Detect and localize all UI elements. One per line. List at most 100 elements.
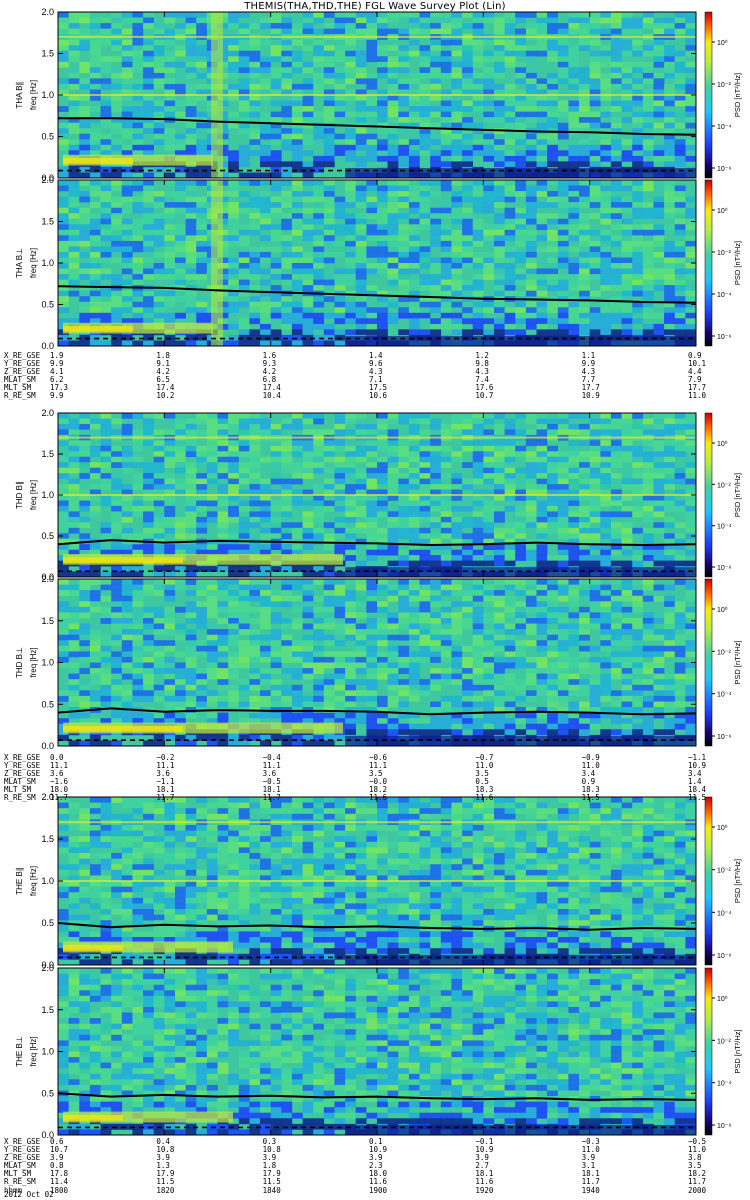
spectrogram-cell xyxy=(419,23,431,29)
spectrogram-cell xyxy=(366,56,378,63)
spectrogram-cell xyxy=(504,418,516,425)
spectrogram-cell xyxy=(568,100,580,107)
spectrogram-cell xyxy=(175,668,186,674)
spectrogram-cell xyxy=(536,329,548,336)
spectrogram-cell xyxy=(685,505,697,512)
spectrogram-cell xyxy=(100,39,112,46)
spectrogram-cell xyxy=(196,701,208,708)
spectrogram-cell xyxy=(153,511,165,518)
spectrogram-cell xyxy=(185,128,197,134)
spectrogram-cell xyxy=(313,527,325,534)
spectrogram-cell xyxy=(185,701,197,708)
spectrogram-cell xyxy=(89,544,101,550)
spectrogram-cell xyxy=(153,251,165,258)
spectrogram-cell xyxy=(408,246,420,253)
spectrogram-cell xyxy=(483,12,495,18)
spectrogram-cell xyxy=(653,279,665,286)
spectrogram-cell xyxy=(89,668,101,674)
spectrogram-cell xyxy=(143,634,154,641)
spectrogram-cell xyxy=(579,318,590,325)
spectrogram-cell xyxy=(440,207,452,214)
spectrogram-cell xyxy=(164,240,176,247)
spectrogram-cell xyxy=(175,144,186,151)
spectrogram-cell xyxy=(653,229,665,236)
spectrogram-cell xyxy=(600,511,612,518)
spectrogram-cell xyxy=(100,684,112,691)
spectrogram-cell xyxy=(132,290,144,297)
spectrogram-cell xyxy=(100,473,112,479)
spectrogram-cell xyxy=(143,213,154,219)
spectrogram-cell xyxy=(68,679,80,686)
spectrogram-cell xyxy=(685,23,697,29)
spectrogram-cell xyxy=(600,478,612,485)
spectrogram-cell xyxy=(164,584,176,591)
spectrogram-cell xyxy=(440,307,452,314)
spectrogram-cell xyxy=(419,274,431,280)
spectrogram-cell xyxy=(600,235,612,242)
spectrogram-cell xyxy=(100,651,112,658)
spectrogram-cell xyxy=(387,279,399,286)
spectrogram-cell xyxy=(408,150,420,157)
spectrogram-cell xyxy=(653,274,665,280)
spectrogram-cell xyxy=(674,560,686,567)
spectrogram-cell xyxy=(153,645,165,652)
spectrogram-cell xyxy=(366,263,378,269)
spectrogram-cell xyxy=(451,478,463,485)
spectrogram-cell xyxy=(451,17,463,24)
spectrogram-cell xyxy=(58,45,69,51)
spectrogram-cell xyxy=(632,257,644,264)
spectrogram-cell xyxy=(79,695,91,702)
spectrogram-cell xyxy=(345,196,356,203)
spectrogram-cell xyxy=(153,224,165,231)
spectrogram-cell xyxy=(398,511,410,518)
spectrogram-cell xyxy=(121,429,133,436)
spectrogram-cell xyxy=(642,285,654,291)
spectrogram-cell xyxy=(334,17,346,24)
spectrogram-cell xyxy=(196,522,208,529)
spectrogram-cell xyxy=(143,207,154,214)
spectrogram-cell xyxy=(430,279,442,286)
spectrogram-cell xyxy=(270,100,282,107)
spectrogram-cell xyxy=(536,423,548,430)
spectrogram-cell xyxy=(68,645,80,652)
spectrogram-cell xyxy=(589,196,601,203)
spectrogram-cell xyxy=(228,544,239,550)
spectrogram-cell xyxy=(408,555,420,561)
spectrogram-cell xyxy=(451,196,463,203)
spectrogram-cell xyxy=(153,478,165,485)
spectrogram-cell xyxy=(323,191,335,197)
spectrogram-cell xyxy=(228,634,239,641)
spectrogram-cell xyxy=(185,484,197,490)
spectrogram-cell xyxy=(249,296,261,302)
spectrogram-cell xyxy=(132,340,144,347)
spectrogram-cell xyxy=(228,235,239,242)
spectrogram-cell xyxy=(398,413,410,419)
spectrogram-cell xyxy=(89,505,101,512)
spectrogram-cell xyxy=(472,263,484,269)
spectrogram-cell xyxy=(345,445,356,452)
spectrogram-cell xyxy=(387,527,399,534)
spectrogram-cell xyxy=(313,263,325,269)
spectrogram-cell xyxy=(206,478,218,485)
spectrogram-cell xyxy=(334,83,346,90)
spectrogram-cell xyxy=(674,279,686,286)
spectrogram-cell xyxy=(568,72,580,79)
y-tick-label: 1.5 xyxy=(41,449,54,459)
spectrogram-cell xyxy=(642,45,654,51)
spectrogram-cell xyxy=(68,456,80,463)
spectrogram-cell xyxy=(355,23,367,29)
spectrogram-cell xyxy=(377,45,388,51)
spectrogram-cell xyxy=(185,106,197,112)
spectrogram-cell xyxy=(685,240,697,247)
spectrogram-cell xyxy=(206,634,218,641)
spectrogram-cell xyxy=(430,133,442,140)
spectrogram-cell xyxy=(228,45,239,51)
spectrogram-cell xyxy=(217,679,229,686)
spectrogram-cell xyxy=(260,161,271,168)
spectrogram-cell xyxy=(494,28,505,35)
spectrogram-cell xyxy=(121,191,133,197)
spectrogram-cell xyxy=(249,45,261,51)
spectrogram-cell xyxy=(132,83,144,90)
spectrogram-cell xyxy=(260,218,271,225)
spectrogram-cell xyxy=(430,161,442,168)
